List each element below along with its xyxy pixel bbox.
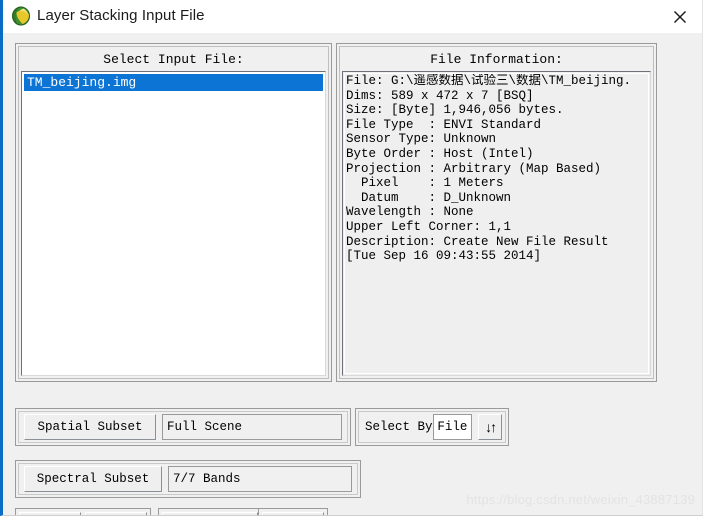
up-down-arrows-icon[interactable]: ↓↑	[478, 414, 502, 440]
select-input-file-heading: Select Input File:	[103, 52, 244, 67]
select-by-label: Select By	[365, 420, 433, 434]
open-group: Open ▼	[258, 508, 328, 515]
file-information-panel: File Information: File: G:\遥感数据\试验三\数据\T…	[336, 43, 657, 382]
envi-globe-icon	[11, 6, 31, 26]
previous-button: Previous	[162, 512, 258, 515]
ok-button[interactable]: OK	[19, 512, 81, 515]
previous-group: Previous	[158, 508, 262, 515]
spectral-subset-value[interactable]: 7/7 Bands	[168, 466, 352, 492]
list-inner-frame	[23, 73, 324, 374]
select-by-row: Select By File ↓↑	[355, 408, 509, 446]
list-item[interactable]: TM_beijing.img	[24, 74, 323, 91]
ok-cancel-group: OK Cancel	[15, 508, 151, 515]
spatial-subset-row: Spatial Subset Full Scene	[15, 408, 351, 446]
file-information-box[interactable]: File: G:\遥感数据\试验三\数据\TM_beijing. Dims: 5…	[342, 71, 651, 376]
cancel-button[interactable]: Cancel	[85, 512, 147, 515]
spatial-subset-value[interactable]: Full Scene	[162, 414, 342, 440]
file-information-text: File: G:\遥感数据\试验三\数据\TM_beijing. Dims: 5…	[346, 74, 632, 264]
file-information-heading: File Information:	[430, 52, 563, 67]
input-file-list[interactable]: TM_beijing.img	[21, 71, 326, 376]
select-input-file-panel: Select Input File: TM_beijing.img	[15, 43, 332, 382]
spectral-subset-row: Spectral Subset 7/7 Bands	[15, 460, 361, 498]
watermark-text: https://blog.csdn.net/weixin_43887139	[466, 492, 695, 507]
spatial-subset-button[interactable]: Spatial Subset	[24, 414, 156, 440]
spectral-subset-button[interactable]: Spectral Subset	[24, 466, 162, 492]
close-icon[interactable]	[657, 0, 702, 33]
window-title: Layer Stacking Input File	[37, 7, 205, 24]
layer-stacking-input-file-window: Layer Stacking Input File Select Input F…	[0, 0, 703, 516]
select-by-value[interactable]: File	[432, 414, 473, 440]
open-button[interactable]: Open ▼	[262, 512, 324, 515]
dialog-body: Select Input File: TM_beijing.img File I…	[3, 33, 702, 515]
title-bar: Layer Stacking Input File	[3, 0, 702, 33]
